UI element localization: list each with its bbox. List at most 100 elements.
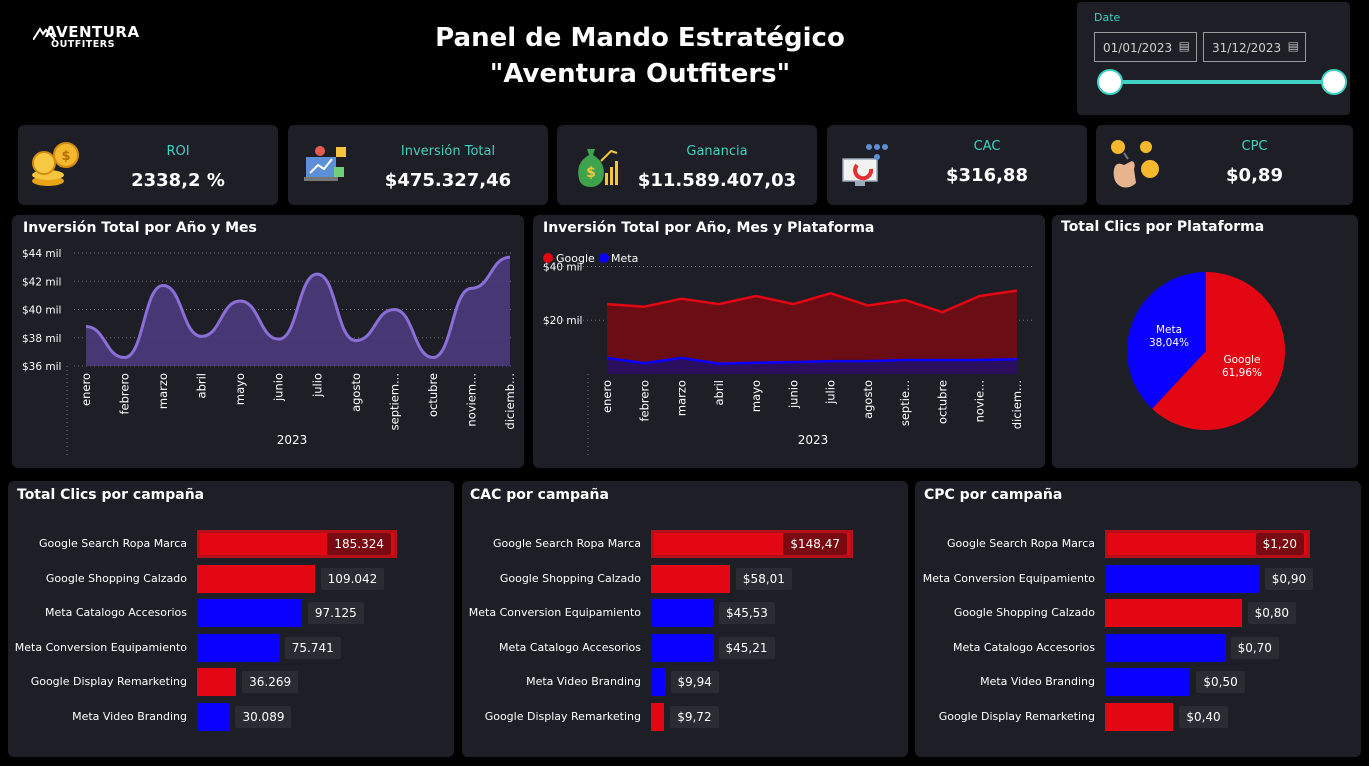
- bar-value-label: $0,70: [1230, 636, 1279, 659]
- bar-value-label: 109.042: [320, 567, 385, 590]
- bar-value-label: $45,53: [718, 602, 775, 625]
- chart-investment-by-month: $36 mil $38 mil $40 mil $42 mil $44 mil enero…: [12, 215, 524, 468]
- bar-row[interactable]: Google Display Remarketing $9,72: [462, 703, 902, 731]
- bar-meta[interactable]: [1105, 564, 1259, 593]
- bar-meta[interactable]: [651, 599, 713, 628]
- chart-title: CPC por campaña: [924, 487, 1063, 503]
- calendar-icon[interactable]: ▤: [1288, 39, 1299, 53]
- x-tick-label: junio: [272, 373, 286, 402]
- bar-value-label: $45,21: [718, 636, 775, 659]
- investment-icon: [304, 146, 346, 181]
- bar-google[interactable]: [1105, 599, 1242, 628]
- bar-row[interactable]: Google Search Ropa Marca $1,20: [915, 530, 1355, 558]
- kpi-value: $475.327,46: [384, 170, 512, 191]
- investment-platform-chart: $20 mil$40 milGoogle Metaenero febrero marz…: [543, 252, 1033, 455]
- bar-google[interactable]: [651, 703, 665, 731]
- kpi-label: ROI: [166, 144, 190, 159]
- x-axis-label: 2023: [277, 433, 308, 447]
- bar-label: Meta Video Branding: [72, 710, 187, 723]
- bar-row[interactable]: Google Shopping Calzado $58,01: [462, 564, 902, 593]
- kpi-label: CAC: [973, 139, 1001, 154]
- bar-label: Meta Conversion Equipamiento: [468, 606, 641, 620]
- bar-label: Meta Video Branding: [526, 675, 641, 689]
- bar-row[interactable]: Meta Catalogo Accesorios $45,21: [462, 633, 902, 662]
- bar-row[interactable]: Meta Conversion Equipamiento 75.741: [8, 633, 448, 662]
- bar-row[interactable]: Google Search Ropa Marca $148,47: [462, 530, 902, 558]
- page-title: Panel de Mando Estratégico "Aventura Out…: [380, 20, 900, 92]
- chart-cac-by-campaign: CAC por campaña Google Search Ropa Marca…: [462, 481, 908, 757]
- bar-row[interactable]: Meta Catalogo Accesorios 97.125: [8, 599, 448, 628]
- y-tick-label: $36 mil: [22, 361, 61, 373]
- bar-row[interactable]: Meta Video Branding 30.089: [8, 703, 448, 731]
- page-title-line2: "Aventura Outfiters": [489, 59, 791, 89]
- slider-end-handle[interactable]: [1321, 69, 1347, 95]
- bar-row[interactable]: Google Display Remarketing $0,40: [915, 703, 1355, 731]
- bar-label: Google Shopping Calzado: [499, 571, 641, 585]
- bar-google[interactable]: [197, 564, 315, 593]
- kpi-card-investment: Inversión Total $475.327,46: [288, 125, 548, 205]
- bar-value-label: $9,94: [670, 671, 719, 694]
- bar-meta[interactable]: [651, 668, 665, 697]
- bar-meta[interactable]: [197, 633, 279, 662]
- x-axis-label: 2023: [798, 433, 829, 447]
- bar-label: Google Display Remarketing: [30, 675, 187, 689]
- logo-subtext: OUTFITERS: [51, 39, 115, 50]
- bar-row[interactable]: Google Shopping Calzado 109.042: [8, 564, 448, 593]
- calendar-icon[interactable]: ▤: [1179, 39, 1190, 53]
- bar-row[interactable]: Meta Video Branding $9,94: [462, 668, 902, 697]
- chart-cpc-by-campaign: CPC por campaña Google Search Ropa Marca…: [915, 481, 1361, 757]
- x-tick-label: febrero: [118, 373, 132, 415]
- end-date-value: 31/12/2023: [1212, 41, 1282, 55]
- x-tick-label: septie...: [898, 380, 912, 426]
- start-date-value: 01/01/2023: [1103, 41, 1173, 55]
- click-coins-icon: [1111, 140, 1159, 188]
- bar-label: Google Display Remarketing: [938, 710, 1095, 723]
- bar-google[interactable]: [651, 564, 730, 593]
- bar-label: Google Shopping Calzado: [953, 606, 1095, 620]
- bar-row[interactable]: Meta Catalogo Accesorios $0,70: [915, 633, 1355, 662]
- bar-row[interactable]: Google Shopping Calzado $0,80: [915, 599, 1355, 628]
- pie-value-meta: 38,04%: [1149, 337, 1189, 349]
- bar-google[interactable]: [1105, 703, 1174, 731]
- legend-marker-google: [543, 253, 553, 263]
- x-tick-label: junio: [786, 380, 800, 409]
- kpi-card-profit: $ Ganancia $11.589.407,03: [557, 125, 817, 205]
- svg-text:$: $: [61, 149, 70, 164]
- y-tick-label: $38 mil: [22, 333, 61, 345]
- bar-row[interactable]: Meta Conversion Equipamiento $0,90: [915, 564, 1355, 593]
- date-range-slider[interactable]: [1110, 80, 1334, 84]
- chart-title: CAC por campaña: [470, 487, 609, 503]
- bar-google[interactable]: [197, 668, 237, 697]
- start-date-input[interactable]: 01/01/2023 ▤: [1094, 32, 1197, 62]
- chart-investment-by-platform: $20 mil $40 mil Google Meta enero febrero marz…: [533, 215, 1045, 468]
- bar-meta[interactable]: [1105, 668, 1191, 697]
- bar-label: Meta Conversion Equipamiento: [14, 640, 187, 654]
- page-title-line1: Panel de Mando Estratégico: [435, 23, 845, 53]
- bar-meta[interactable]: [197, 599, 302, 628]
- kpi-value: $316,88: [946, 165, 1028, 186]
- bar-meta[interactable]: [197, 703, 230, 731]
- bar-label: Google Search Ropa Marca: [947, 537, 1095, 550]
- bar-meta[interactable]: [651, 633, 713, 662]
- kpi-value: $11.589.407,03: [637, 170, 797, 191]
- bar-row[interactable]: Meta Video Branding $0,50: [915, 668, 1355, 697]
- x-tick-label: octubre: [426, 373, 440, 417]
- bar-row[interactable]: Google Search Ropa Marca 185.324: [8, 530, 448, 558]
- bar-value-label: $148,47: [783, 533, 847, 555]
- bar-value-label: $0,80: [1247, 602, 1297, 625]
- bar-row[interactable]: Google Display Remarketing 36.269: [8, 668, 448, 697]
- y-tick-label: $44 mil: [22, 248, 61, 260]
- x-tick-label: septiem...: [387, 373, 401, 430]
- slider-start-handle[interactable]: [1097, 69, 1123, 95]
- bar-label: Google Shopping Calzado: [45, 571, 187, 585]
- kpi-card-roi: $ ROI 2338,2 %: [18, 125, 278, 205]
- bar-meta[interactable]: [1105, 633, 1225, 662]
- bar-label: Meta Conversion Equipamiento: [922, 571, 1095, 585]
- chart-clicks-by-campaign: Total Clics por campaña Google Search Ro…: [8, 481, 454, 757]
- chart-title: Inversión Total por Año y Mes: [23, 220, 257, 236]
- legend-label-meta: Meta: [611, 252, 638, 265]
- end-date-input[interactable]: 31/12/2023 ▤: [1203, 32, 1306, 62]
- bar-row[interactable]: Meta Conversion Equipamiento $45,53: [462, 599, 902, 628]
- customer-magnet-icon: [842, 144, 888, 186]
- bar-value-label: 185.324: [327, 533, 391, 555]
